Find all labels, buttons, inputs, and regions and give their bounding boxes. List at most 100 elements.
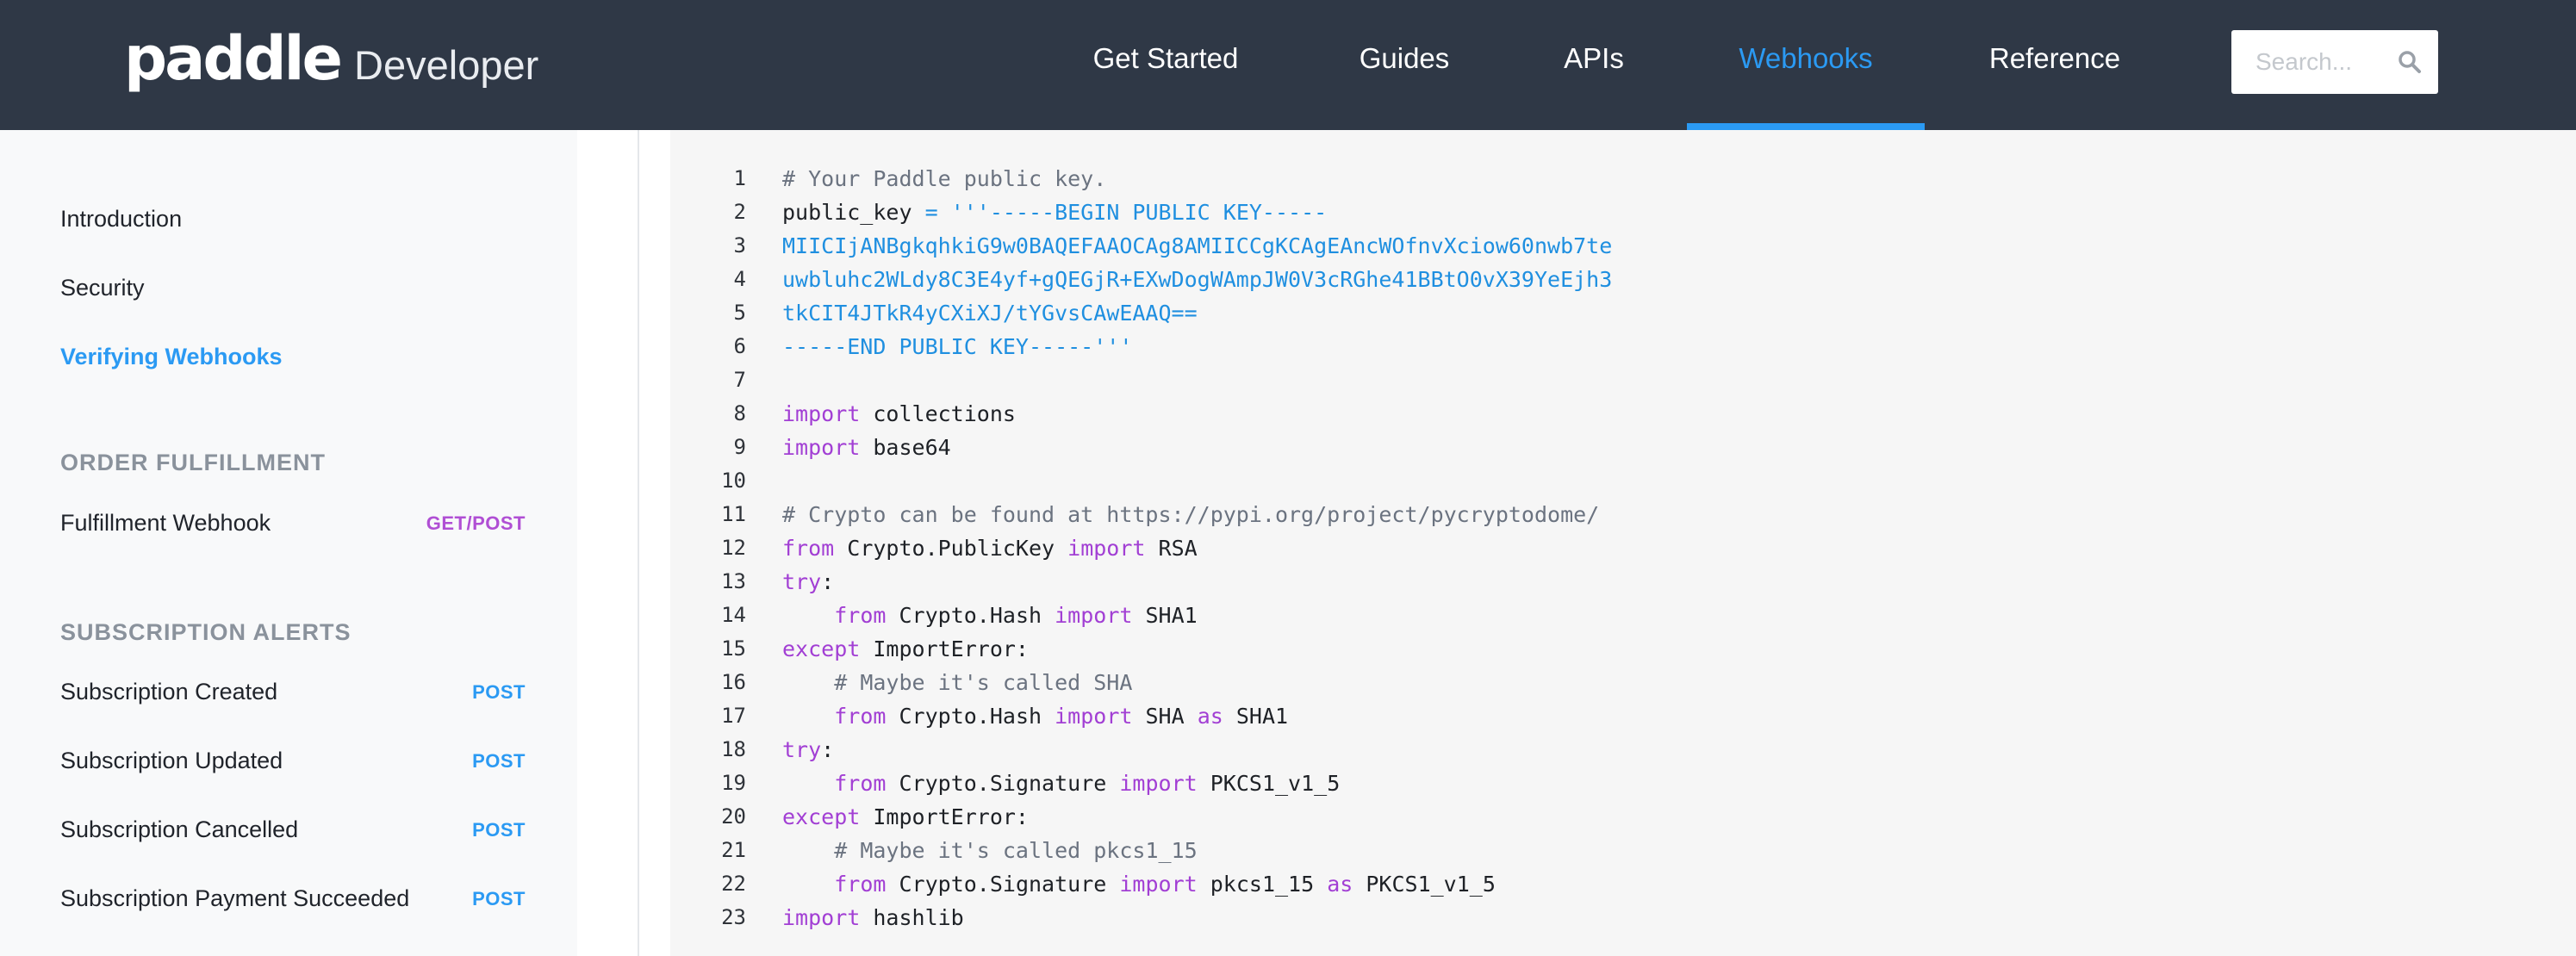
code-token: : <box>821 569 835 594</box>
nav-get-started[interactable]: Get Started <box>1067 0 1265 130</box>
line-number: 15 <box>721 636 746 661</box>
line-number: 18 <box>721 737 746 761</box>
method-badge: POST <box>472 681 526 703</box>
nav-reference[interactable]: Reference <box>1973 0 2137 130</box>
code-token: Crypto.Hash <box>886 704 1055 729</box>
code-token: import <box>1055 704 1133 729</box>
line-number: 11 <box>721 502 746 526</box>
line-number: 3 <box>733 233 746 258</box>
nav-label: APIs <box>1564 42 1624 74</box>
logo-wordmark: paddle <box>124 23 343 94</box>
sidebar-item-fulfillment-webhook[interactable]: Fulfillment Webhook <box>60 510 271 537</box>
code-text: except ImportError: <box>782 800 1029 834</box>
code-token: '''-----BEGIN PUBLIC KEY----- <box>950 200 1328 225</box>
code-token: SHA1 <box>1132 603 1198 628</box>
sidebar-item-security[interactable]: Security <box>60 275 145 301</box>
code-token: PKCS1_v1_5 <box>1353 872 1496 897</box>
code-token: MIICIjANBgkqhkiG9w0BAQEFAAOCAg8AMIICCgKC… <box>782 233 1613 258</box>
line-number: 9 <box>733 435 746 459</box>
nav-webhooks[interactable]: Webhooks <box>1687 0 1925 130</box>
search-input[interactable] <box>2256 30 2393 94</box>
search-box <box>2231 30 2438 94</box>
code-token: ImportError: <box>860 804 1029 829</box>
code-token: # Maybe it's called SHA <box>834 670 1133 695</box>
sidebar-item-introduction[interactable]: Introduction <box>60 206 182 233</box>
code-text: from Crypto.Signature import PKCS1_v1_5 <box>782 767 1340 800</box>
line-number: 4 <box>733 267 746 291</box>
code-token: from <box>834 771 887 796</box>
sidebar-item-subscription-updated[interactable]: Subscription Updated <box>60 748 283 774</box>
sidebar-item-subscription-cancelled[interactable]: Subscription Cancelled <box>60 816 298 843</box>
code-token: Crypto.Signature <box>886 872 1120 897</box>
code-text: from Crypto.PublicKey import RSA <box>782 531 1198 565</box>
line-number: 10 <box>721 469 746 493</box>
code-token: public_key <box>782 200 925 225</box>
code-text: MIICIjANBgkqhkiG9w0BAQEFAAOCAg8AMIICCgKC… <box>782 229 1612 263</box>
code-text: except ImportError: <box>782 632 1029 666</box>
code-text: try: <box>782 565 834 599</box>
code-token: import <box>782 905 861 930</box>
code-token: ImportError: <box>860 636 1029 661</box>
code-token: from <box>782 536 835 561</box>
code-token: from <box>834 603 887 628</box>
code-token: Crypto.PublicKey <box>834 536 1068 561</box>
code-text: tkCIT4JTkR4yCXiXJ/tYGvsCAwEAAQ== <box>782 296 1198 330</box>
code-token: import <box>1067 536 1146 561</box>
line-number: 20 <box>721 804 746 829</box>
code-text: -----END PUBLIC KEY-----''' <box>782 330 1132 363</box>
code-token: import <box>1119 872 1198 897</box>
active-tab-underline <box>1687 123 1925 130</box>
code-text: uwbluhc2WLdy8C3E4yf+gQEGjR+EXwDogWAmpJW0… <box>782 263 1612 296</box>
line-number: 12 <box>721 536 746 560</box>
code-text: from Crypto.Hash import SHA as SHA1 <box>782 699 1288 733</box>
code-token: Crypto.Signature <box>886 771 1120 796</box>
sidebar-item-verifying-webhooks[interactable]: Verifying Webhooks <box>60 344 283 370</box>
code-token: except <box>782 636 861 661</box>
code-text: # Maybe it's called pkcs1_15 <box>782 834 1197 867</box>
code-token: from <box>834 872 887 897</box>
code-text: from Crypto.Hash import SHA1 <box>782 599 1198 632</box>
line-number: 6 <box>733 334 746 358</box>
nav-label: Get Started <box>1092 42 1239 74</box>
nav-guides[interactable]: Guides <box>1344 0 1465 130</box>
code-token: base64 <box>860 435 951 460</box>
code-token: hashlib <box>860 905 964 930</box>
code-text: import hashlib <box>782 901 964 934</box>
code-token: Crypto.Hash <box>886 603 1055 628</box>
line-number: 23 <box>721 905 746 929</box>
code-token: import <box>782 401 861 426</box>
code-text: # Maybe it's called SHA <box>782 666 1132 699</box>
code-token: # Crypto can be found at https://pypi.or… <box>782 502 1600 527</box>
sidebar-item-subscription-payment-succeeded[interactable]: Subscription Payment Succeeded <box>60 885 409 912</box>
code-token: # Your Paddle public key. <box>782 166 1107 191</box>
code-token: from <box>834 704 887 729</box>
method-badge: POST <box>472 819 526 841</box>
code-token: try <box>782 569 822 594</box>
code-token: = <box>924 200 938 225</box>
nav-apis[interactable]: APIs <box>1542 0 1646 130</box>
line-number: 5 <box>733 301 746 325</box>
line-number: 16 <box>721 670 746 694</box>
nav-label: Reference <box>1988 42 2121 74</box>
code-token: RSA <box>1145 536 1198 561</box>
code-token: tkCIT4JTkR4yCXiXJ/tYGvsCAwEAAQ== <box>782 301 1198 326</box>
search-icon[interactable] <box>2397 49 2423 75</box>
paddle-developer-logo[interactable]: paddle Developer <box>124 24 538 93</box>
sidebar-item-subscription-created[interactable]: Subscription Created <box>60 679 277 705</box>
line-number: 19 <box>721 771 746 795</box>
method-badge: POST <box>472 750 526 772</box>
line-number: 22 <box>721 872 746 896</box>
code-token: : <box>821 737 835 762</box>
code-token: except <box>782 804 861 829</box>
docs-sidebar: Introduction Security Verifying Webhooks… <box>0 130 577 956</box>
line-number: 14 <box>721 603 746 627</box>
line-number: 17 <box>721 704 746 728</box>
code-token: SHA <box>1132 704 1198 729</box>
nav-label: Webhooks <box>1739 42 1873 74</box>
